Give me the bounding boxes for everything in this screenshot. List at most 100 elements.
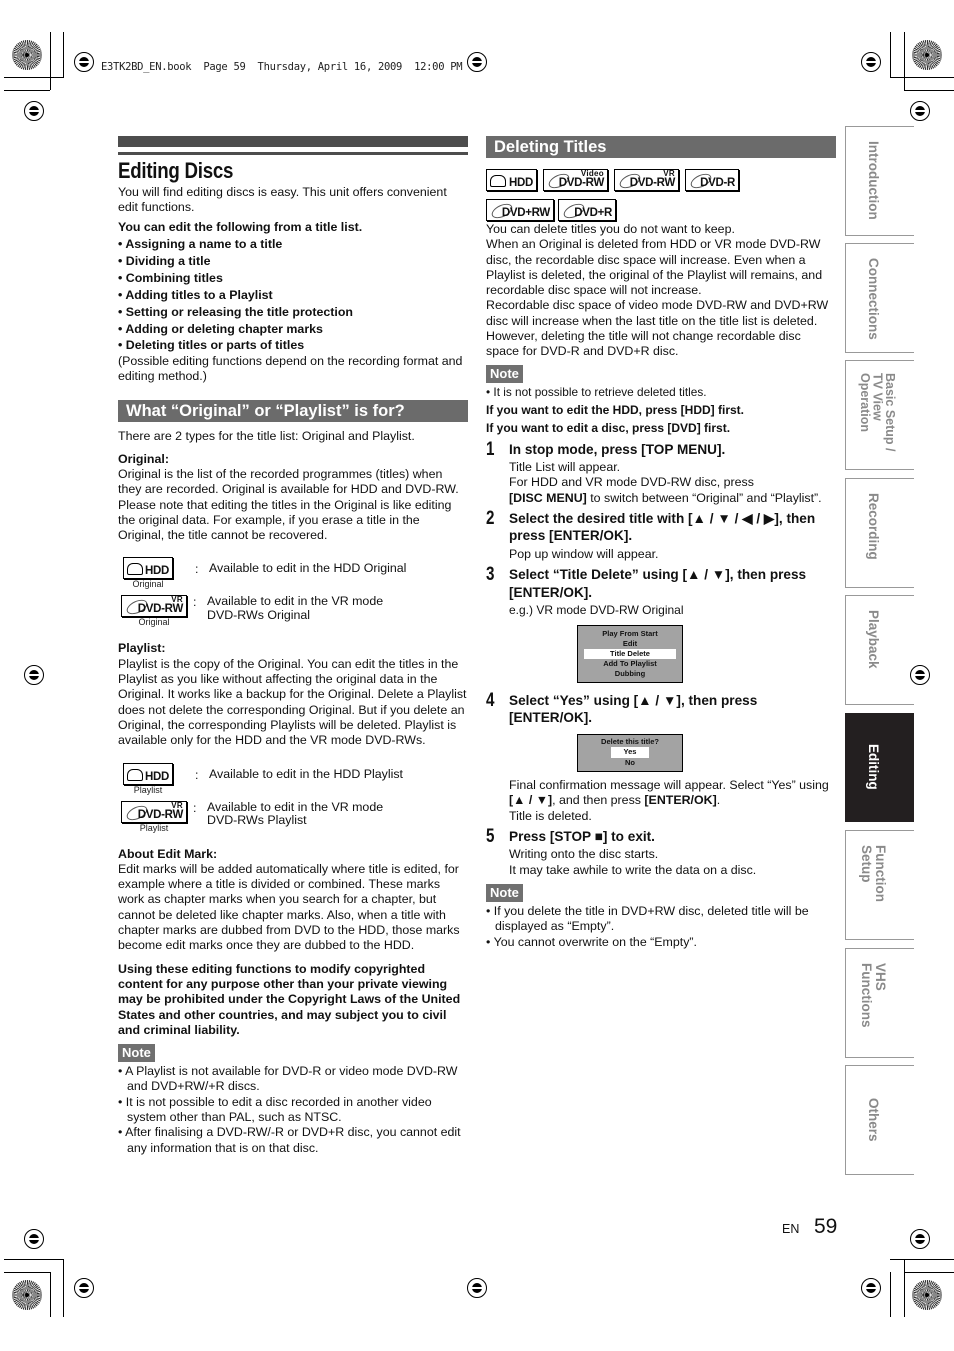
step-number: 4: [486, 689, 495, 711]
step-text: Pop up window will appear.: [509, 546, 659, 561]
icon-item-hdd-original: HDD Original : Available to edit in the …: [118, 557, 468, 589]
note-item: If you delete the title in DVD+RW disc, …: [486, 904, 836, 935]
step-line: Title is deleted.: [509, 808, 592, 823]
original-text: Original is the list of the recorded pro…: [118, 466, 459, 543]
notes-list: It is not possible to retrieve deleted t…: [486, 385, 836, 400]
playlist-heading: Playlist:: [118, 641, 166, 656]
notes-list: A Playlist is not available for DVD-R or…: [118, 1064, 468, 1156]
registration-starburst: [12, 1280, 42, 1310]
hdd-badge-icon: HDD: [123, 557, 173, 580]
crop-mark: [4, 90, 50, 91]
tab-label: Playback: [866, 610, 881, 669]
confirm-dialog-screenshot: Delete this title? Yes No: [577, 733, 683, 773]
tab-function-setup[interactable]: Function Setup: [845, 830, 914, 940]
step-2: 2 Select the desired title with [▲ / ▼ /…: [486, 509, 836, 562]
tab-recording[interactable]: Recording: [845, 478, 914, 588]
original-heading: Original:: [118, 451, 169, 466]
dialog-option: No: [625, 757, 635, 767]
step-title: In stop mode, press [TOP MENU].: [509, 441, 726, 457]
registration-mark: [910, 101, 930, 121]
step-line: .: [716, 793, 721, 808]
registration-starburst: [12, 40, 42, 70]
step-title: Select “Yes” using [▲ / ▼], then press […: [509, 692, 758, 726]
intro-text: When an Original is deleted from HDD or …: [486, 237, 823, 298]
pre-step-hdd: If you want to edit the HDD, press [HDD]…: [486, 402, 745, 417]
dialog-question: Delete this title?: [601, 736, 659, 746]
language-label: EN: [782, 1222, 800, 1236]
tab-editing[interactable]: Editing: [845, 713, 914, 822]
step-title: Press [STOP ■] to exit.: [509, 828, 655, 844]
popup-menu-item-selected: Title Delete: [584, 648, 676, 659]
colon: :: [193, 595, 197, 610]
intro-text: You will find editing discs is easy. Thi…: [118, 185, 447, 215]
note-label: Note: [118, 1044, 155, 1063]
registration-mark: [74, 1278, 94, 1298]
list-item: Assigning a name to a title: [118, 237, 468, 252]
list-heading: You can edit the following from a title …: [118, 219, 363, 234]
step-line: It may take awhile to write the data on …: [509, 862, 757, 877]
dialog-option-selected: Yes: [611, 747, 649, 758]
registration-mark: [24, 665, 44, 685]
dvd-plus-rw-badge-icon: DVD+RW: [486, 199, 554, 222]
icon-description: Available to edit in the HDD Playlist: [209, 766, 403, 781]
tab-others[interactable]: Others: [845, 1065, 914, 1175]
tab-label: Recording: [866, 493, 881, 560]
step-1: 1 In stop mode, press [TOP MENU]. Title …: [486, 438, 836, 506]
colon: :: [195, 767, 199, 782]
step-number: 1: [486, 438, 495, 460]
step-line: Title List will appear.: [509, 460, 621, 475]
editmark-text: Edit marks will be added automatically w…: [118, 861, 460, 953]
tab-label: Function Setup: [859, 845, 888, 902]
tab-label: Others: [866, 1098, 881, 1142]
tab-connections[interactable]: Connections: [845, 243, 914, 353]
step-text: Writing onto the disc starts. It may tak…: [509, 847, 836, 878]
playlist-text: Playlist is the copy of the Original. Yo…: [118, 656, 467, 748]
step-line: , and then press: [552, 793, 645, 808]
tab-label: Connections: [866, 258, 881, 340]
tab-introduction[interactable]: Introduction: [845, 126, 914, 236]
crop-mark: [890, 32, 891, 78]
icon-caption: Playlist: [133, 784, 163, 795]
registration-mark: [74, 52, 94, 72]
hdd-badge-icon: HDD: [123, 762, 173, 785]
icon-description: Available to edit in the VR mode DVD-RWs…: [207, 799, 384, 828]
tab-label: Editing: [866, 744, 881, 790]
pre-step-dvd: If you want to edit a disc, press [DVD] …: [486, 421, 731, 436]
step-line: For HDD and VR mode DVD-RW disc, press: [509, 475, 754, 490]
icon-item-dvdrw-playlist: VR DVD-RW Playlist : Available to edit in…: [118, 799, 468, 833]
colon: :: [195, 562, 199, 577]
list-item: Adding or deleting chapter marks: [118, 322, 468, 337]
tab-vhs-functions[interactable]: VHS Functions: [845, 948, 914, 1058]
title-rule: [118, 152, 468, 155]
crop-mark: [50, 32, 51, 90]
registration-starburst: [912, 1280, 942, 1310]
crop-mark: [63, 32, 64, 78]
popup-menu-item: Play From Start: [602, 628, 658, 638]
key-label: [DISC MENU]: [509, 490, 587, 505]
icon-item-dvdrw-original: VR DVD-RW Original : Available to edit in…: [118, 595, 468, 627]
registration-mark: [861, 52, 881, 72]
crop-mark: [904, 1272, 954, 1273]
registration-mark: [861, 1278, 881, 1298]
print-header: E3TK2BD_EN.book Page 59 Thursday, April …: [101, 61, 463, 73]
crop-mark: [904, 32, 905, 90]
crop-mark: [50, 1272, 51, 1317]
step-text: Title List will appear. For HDD and VR m…: [509, 460, 836, 506]
dvd-plus-r-badge-icon: DVD+R: [558, 199, 616, 222]
note-item: After finalising a DVD-RW/-R or DVD+R di…: [118, 1125, 468, 1156]
tab-label: Introduction: [866, 141, 881, 220]
popup-menu-item: Dubbing: [614, 668, 646, 678]
disc-badge-row: DVD+RW DVD+R: [486, 199, 836, 222]
right-column: Deleting Titles HDD Video DVD-RW VR DVD-RW…: [486, 136, 836, 950]
crop-mark: [890, 77, 954, 78]
list-item: Dividing a title: [118, 254, 468, 269]
registration-mark: [467, 1278, 487, 1298]
tab-basic-setup[interactable]: Basic Setup / TV View Operation: [845, 360, 914, 470]
step-title: Select “Title Delete” using [▲ / ▼], the…: [509, 567, 807, 600]
key-label: [▲ / ▼]: [509, 793, 553, 808]
tab-label: Basic Setup / TV View Operation: [857, 373, 897, 452]
crop-mark: [4, 77, 64, 78]
tab-playback[interactable]: Playback: [845, 595, 914, 705]
page-number: 59: [814, 1215, 838, 1238]
step-line: Writing onto the disc starts.: [509, 847, 659, 862]
